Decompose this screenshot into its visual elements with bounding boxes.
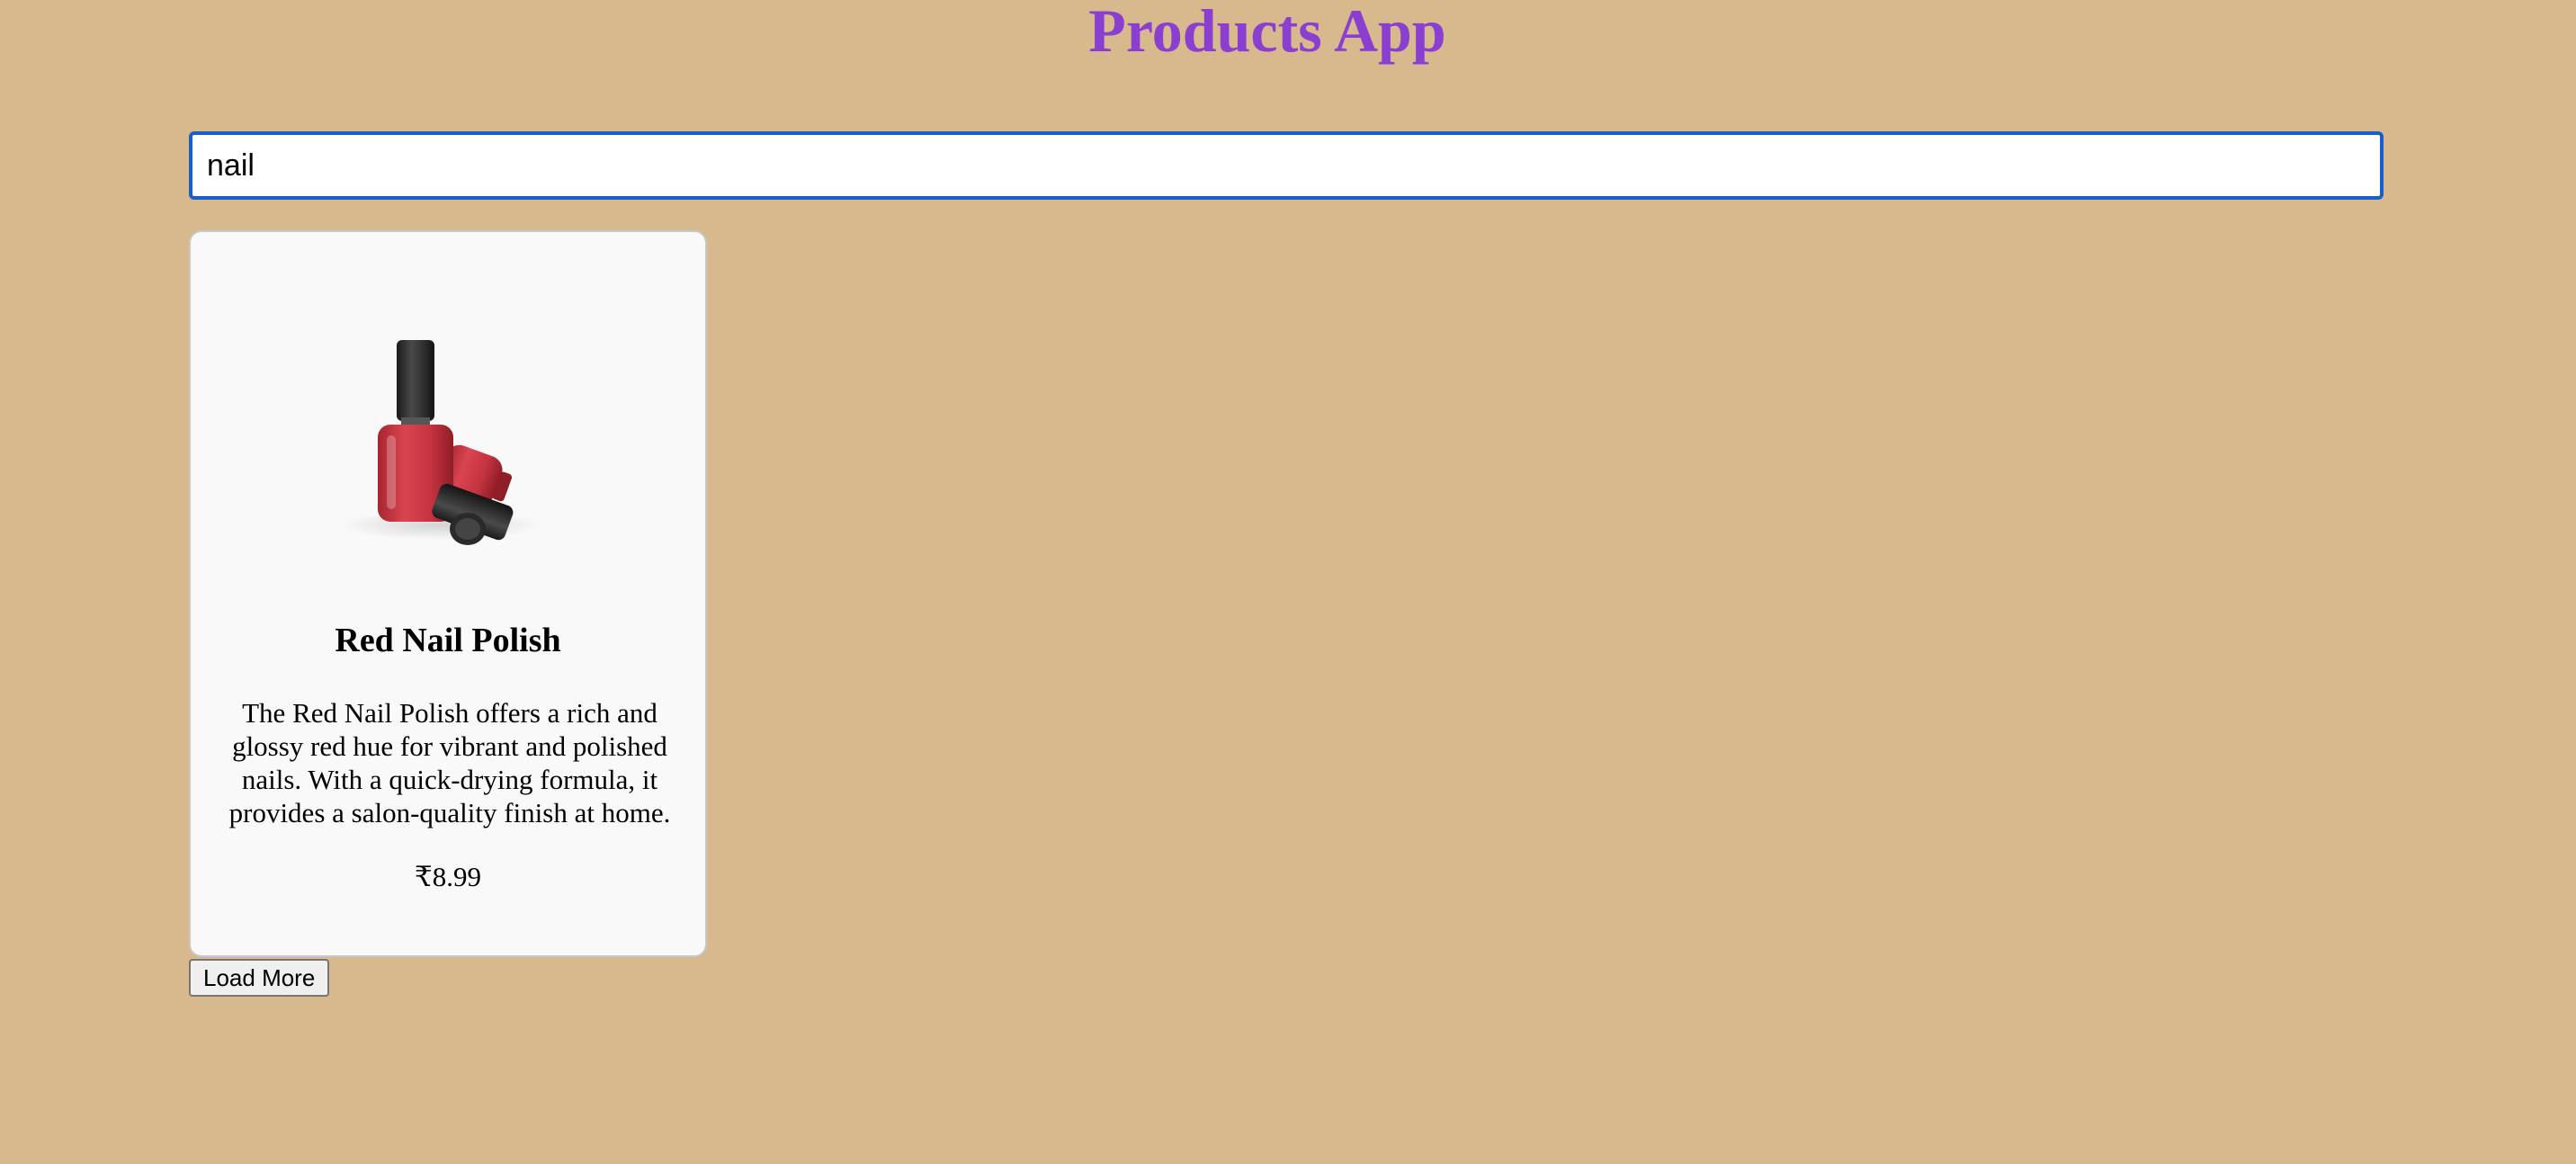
page-title: Products App [1088, 0, 1446, 65]
product-price: ₹8.99 [415, 861, 481, 892]
product-title: Red Nail Polish [335, 622, 561, 659]
product-list: Red Nail Polish The Red Nail Polish offe… [189, 230, 707, 957]
search-input[interactable] [189, 131, 2384, 200]
nail-polish-bottles-icon [340, 340, 541, 545]
product-card: Red Nail Polish The Red Nail Polish offe… [189, 230, 707, 957]
load-more-button[interactable]: Load More [189, 959, 330, 997]
product-description: The Red Nail Polish offers a rich and gl… [228, 697, 671, 828]
